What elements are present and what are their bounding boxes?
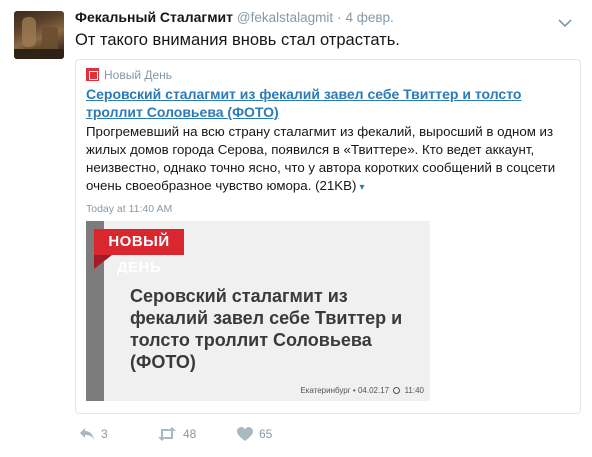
card-description-text: Прогремевший на всю страну сталагмит из …: [86, 124, 556, 193]
preview-separator: •: [352, 386, 356, 395]
card-preview-image[interactable]: НОВЫЙ ДЕНЬ Серовский сталагмит из фекали…: [86, 221, 430, 401]
site-name: Новый День: [104, 68, 173, 82]
header-separator: ·: [337, 10, 342, 25]
expand-caret-icon[interactable]: ▾: [359, 182, 364, 193]
heart-icon: [237, 427, 253, 441]
preview-city: Екатеринбург: [300, 386, 351, 395]
preview-footer: Екатеринбург • 04.02.17 11:40: [300, 386, 424, 395]
author-name[interactable]: Фекальный Сталагмит: [75, 9, 233, 25]
card-title-link[interactable]: Серовский сталагмит из фекалий завел себ…: [86, 85, 566, 121]
tweet-date[interactable]: 4 февр.: [345, 10, 393, 25]
card-timestamp: Today at 11:40 AM: [86, 203, 173, 215]
tweet-header: Фекальный Сталагмит @fekalstalagmit · 4 …: [75, 9, 572, 29]
retweet-icon: [158, 427, 176, 441]
avatar-detail: [14, 49, 64, 59]
preview-date: 04.02.17: [357, 386, 390, 395]
retweet-count: 48: [183, 427, 197, 441]
reply-count: 3: [101, 427, 108, 441]
like-count: 65: [259, 427, 273, 441]
preview-headline: Серовский сталагмит из фекалий завел себ…: [130, 286, 403, 372]
preview-logo-tail: [94, 255, 112, 269]
link-card[interactable]: Новый День Серовский сталагмит из фекали…: [75, 59, 581, 414]
author-handle[interactable]: @fekalstalagmit: [237, 10, 333, 25]
avatar[interactable]: [14, 11, 64, 59]
reply-button[interactable]: 3: [79, 427, 108, 447]
tweet-text: От такого внимания вновь стал отрастать.: [75, 31, 400, 49]
reply-icon: [80, 428, 94, 440]
chevron-down-icon[interactable]: [558, 18, 572, 28]
card-description: Прогремевший на всю страну сталагмит из …: [86, 123, 576, 197]
site-favicon-icon: [86, 68, 99, 81]
preview-logo: НОВЫЙ ДЕНЬ: [94, 229, 184, 276]
retweet-button[interactable]: 48: [157, 427, 196, 447]
preview-time: 11:40: [404, 386, 424, 395]
avatar-detail: [22, 17, 36, 47]
tweet-actions: 3 48 65: [79, 427, 479, 447]
card-site: Новый День: [86, 68, 172, 82]
like-button[interactable]: 65: [237, 427, 272, 447]
clock-icon: [393, 387, 401, 394]
